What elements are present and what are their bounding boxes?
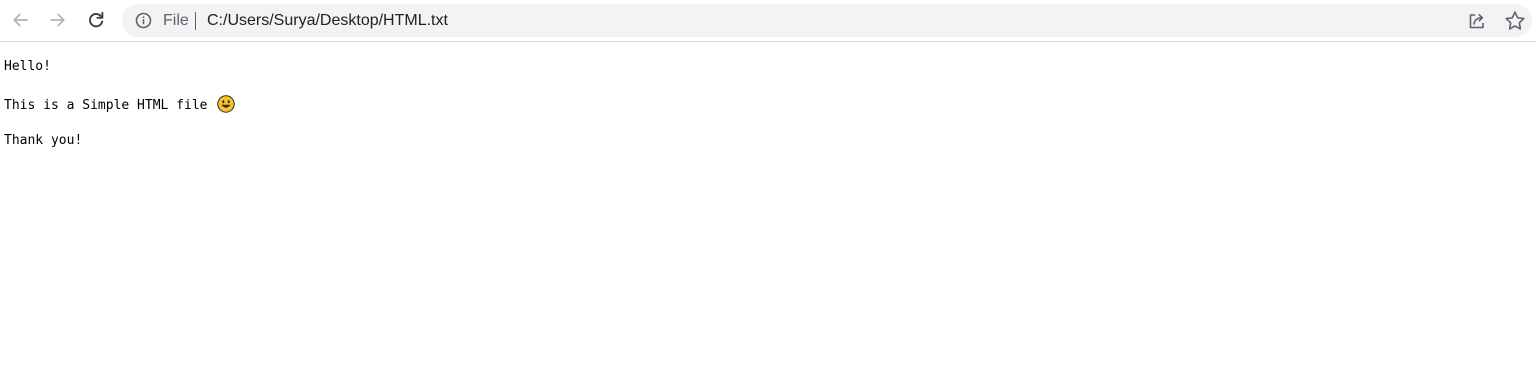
address-bar[interactable]: File C:/Users/Surya/Desktop/HTML.txt bbox=[122, 4, 1532, 37]
grinning-face-emoji-icon bbox=[217, 95, 236, 113]
line-thank-you: Thank you! bbox=[4, 133, 83, 148]
reload-button[interactable] bbox=[82, 6, 110, 34]
url-text[interactable]: C:/Users/Surya/Desktop/HTML.txt bbox=[207, 11, 448, 30]
forward-arrow-icon bbox=[50, 13, 65, 27]
document-line: This is a Simple HTML file bbox=[4, 95, 236, 113]
document-line: Hello! bbox=[4, 58, 235, 76]
info-icon[interactable] bbox=[135, 12, 152, 29]
share-icon[interactable] bbox=[1466, 10, 1488, 32]
scheme-label: File bbox=[163, 12, 189, 29]
line-simple-html: This is a Simple HTML file bbox=[4, 98, 208, 113]
reload-icon bbox=[89, 11, 104, 28]
plain-text-document: Hello! This is a Simple HTML file Thank … bbox=[4, 58, 236, 169]
forward-button[interactable] bbox=[44, 6, 72, 34]
document-line: Thank you! bbox=[4, 132, 235, 150]
line-hello: Hello! bbox=[4, 59, 51, 74]
back-button[interactable] bbox=[6, 6, 34, 34]
browser-toolbar: File C:/Users/Surya/Desktop/HTML.txt bbox=[0, 0, 1536, 42]
scheme-divider bbox=[195, 12, 196, 30]
star-icon[interactable] bbox=[1503, 9, 1527, 33]
back-arrow-icon bbox=[13, 13, 28, 27]
